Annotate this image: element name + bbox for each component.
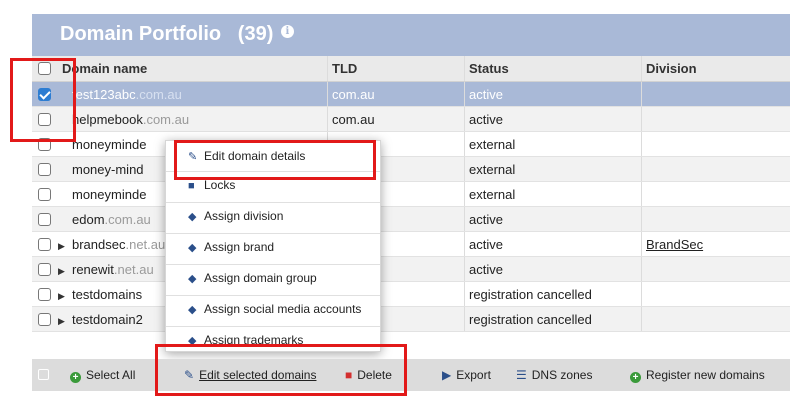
table-row[interactable]: ▶ testdomains registration cancelled: [32, 282, 790, 307]
menu-item-assign-domain-group[interactable]: ◆ Assign domain group: [166, 264, 380, 290]
expand-arrow-icon[interactable]: ▶: [58, 284, 72, 306]
domain-base: renewit: [72, 262, 114, 277]
row-checkbox-cell: [32, 307, 58, 331]
status-cell: external: [464, 132, 641, 156]
domain-name-cell: helpmebook.com.au: [58, 107, 327, 131]
division-cell: [641, 257, 790, 281]
expand-arrow-icon[interactable]: ▶: [58, 259, 72, 281]
division-cell: [641, 132, 790, 156]
select-all-button[interactable]: + Select All: [70, 359, 135, 391]
table-row[interactable]: ▶testdomain2net.auregistration cancelled: [32, 307, 790, 332]
division-cell: [641, 157, 790, 181]
division-cell[interactable]: BrandSec: [641, 232, 790, 256]
domain-suffix: .com.au: [142, 112, 190, 127]
table-row[interactable]: moneymindecomexternal: [32, 182, 790, 207]
info-icon[interactable]: i: [280, 25, 294, 38]
highlight-edit-domain-details: [174, 140, 376, 180]
status-cell: registration cancelled: [464, 282, 641, 306]
portfolio-header: Domain Portfolio (39) i: [32, 14, 790, 56]
table-row[interactable]: ▶brandsec.net.aunet.auactiveBrandSec: [32, 232, 790, 257]
dns-zones-button[interactable]: ☰ DNS zones: [516, 359, 592, 391]
domain-base: brandsec: [72, 237, 126, 252]
domain-name-cell: test123abc.com.au: [58, 82, 327, 106]
export-button[interactable]: ▶ Export: [442, 359, 491, 391]
highlight-checkbox-column: [10, 58, 76, 142]
division-cell: [641, 282, 790, 306]
domain-table: Domain name TLD Status Division test123a…: [32, 56, 790, 332]
tag-icon: ◆: [188, 273, 197, 285]
plus-circle-icon: +: [630, 372, 641, 383]
expand-arrow-icon[interactable]: ▶: [58, 234, 72, 256]
row-checkbox[interactable]: [38, 313, 51, 326]
column-header-domain-name[interactable]: Domain name: [58, 56, 327, 81]
table-row[interactable]: helpmebook.com.au com.au active: [32, 107, 790, 132]
status-cell: active: [464, 257, 641, 281]
domain-base: moneyminde: [72, 187, 147, 202]
menu-item-assign-social-media[interactable]: ◆ Assign social media accounts: [166, 295, 380, 321]
row-checkbox-cell: [32, 182, 58, 206]
table-row[interactable]: edom.com.aucom.auactive: [32, 207, 790, 232]
domain-base: moneyminde: [72, 137, 147, 152]
table-row[interactable]: moneymindecomexternal: [32, 132, 790, 157]
domain-suffix: .net.au: [113, 262, 154, 277]
column-header-status[interactable]: Status: [464, 56, 641, 81]
export-icon: ▶: [442, 368, 452, 382]
status-cell: active: [464, 107, 641, 131]
status-cell: registration cancelled: [464, 307, 641, 331]
table-header: Domain name TLD Status Division: [32, 56, 790, 82]
highlight-edit-selected-domains: [155, 344, 407, 396]
menu-item-assign-division[interactable]: ◆ Assign division: [166, 202, 380, 228]
domain-base: helpmebook: [72, 112, 143, 127]
list-icon: ☰: [516, 368, 527, 382]
domain-base: test123abc: [72, 87, 136, 102]
footer-checkbox[interactable]: [38, 369, 49, 380]
tag-icon: ◆: [188, 304, 197, 316]
status-cell: active: [464, 207, 641, 231]
row-checkbox[interactable]: [38, 263, 51, 276]
row-checkbox-cell: [32, 282, 58, 306]
plus-circle-icon: +: [70, 372, 81, 383]
row-checkbox[interactable]: [38, 213, 51, 226]
row-checkbox-cell: [32, 157, 58, 181]
row-checkbox-cell: [32, 257, 58, 281]
row-checkbox-cell: [32, 207, 58, 231]
domain-base: edom: [72, 212, 105, 227]
division-cell: [641, 207, 790, 231]
division-cell: [641, 307, 790, 331]
domain-base: money-mind: [72, 162, 144, 177]
division-cell: [641, 82, 790, 106]
column-header-tld[interactable]: TLD: [327, 56, 464, 81]
expand-arrow-icon[interactable]: ▶: [58, 309, 72, 331]
status-cell: active: [464, 82, 641, 106]
column-header-division[interactable]: Division: [641, 56, 790, 81]
domain-suffix: .net.au: [125, 237, 166, 252]
domain-suffix: .com.au: [135, 87, 182, 102]
tld-cell: com.au: [327, 82, 464, 106]
tag-icon: ◆: [188, 242, 197, 254]
tag-icon: ◆: [188, 211, 197, 223]
division-cell: [641, 107, 790, 131]
status-cell: active: [464, 232, 641, 256]
page-title: Domain Portfolio (39) i: [60, 23, 294, 46]
division-cell: [641, 182, 790, 206]
table-row[interactable]: money-mindcomexternal: [32, 157, 790, 182]
domain-base: testdomain2: [72, 312, 143, 327]
domain-suffix: .com.au: [104, 212, 151, 227]
row-checkbox[interactable]: [38, 238, 51, 251]
register-new-domains-button[interactable]: + Register new domains: [630, 359, 765, 391]
row-checkbox[interactable]: [38, 288, 51, 301]
status-cell: external: [464, 182, 641, 206]
table-row[interactable]: test123abc.com.au com.au active: [32, 82, 790, 107]
menu-item-assign-brand[interactable]: ◆ Assign brand: [166, 233, 380, 259]
status-cell: external: [464, 157, 641, 181]
tld-cell: com.au: [327, 107, 464, 131]
domain-base: testdomains: [72, 287, 143, 302]
bulk-actions-bar: + Select All ✎ Edit selected domains ■ Dele…: [32, 359, 790, 391]
row-checkbox-cell: [32, 232, 58, 256]
table-row[interactable]: ▶renewit.net.aunet.auactive: [32, 257, 790, 282]
row-checkbox[interactable]: [38, 163, 51, 176]
row-checkbox[interactable]: [38, 188, 51, 201]
